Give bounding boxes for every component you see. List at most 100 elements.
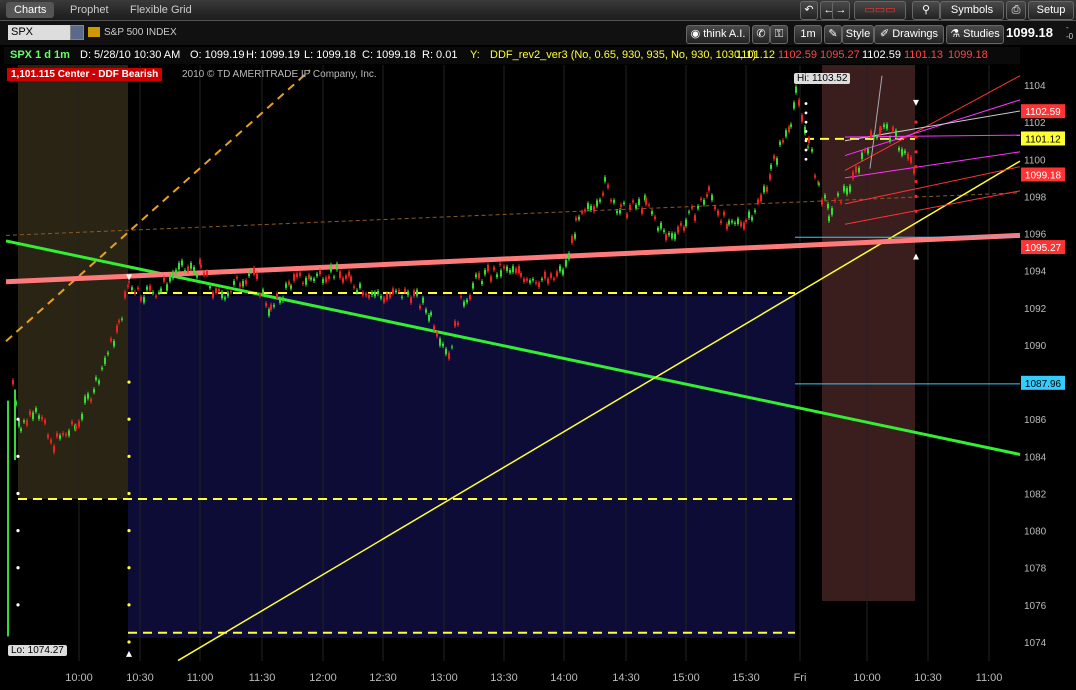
studies-button[interactable]: ⚗ Studies (946, 25, 1004, 44)
candle-202 (596, 200, 598, 207)
undo-icon[interactable]: ↶ (800, 1, 818, 20)
symbols-button[interactable]: Symbols (940, 1, 1004, 20)
dot-yellow-4 (127, 529, 131, 533)
candle-148 (439, 338, 441, 346)
candle-186 (550, 273, 552, 278)
candle-98 (293, 274, 295, 281)
dot-red-26 (914, 194, 918, 198)
y-tick-11: 1096 (1024, 230, 1047, 241)
candle-291 (843, 185, 845, 192)
candle-112 (333, 276, 335, 278)
think-ai-button[interactable]: ◉ think A.I. (686, 25, 750, 44)
study-name: DDF_rev2_ver3 (No, 0.65, 930, 935, No, 9… (490, 49, 756, 61)
candle-68 (206, 271, 208, 276)
candle-284 (824, 195, 826, 199)
candle-43 (134, 291, 136, 294)
candle-7 (32, 412, 34, 420)
candle-198 (584, 209, 586, 212)
candle-191 (565, 259, 567, 267)
candle-288 (834, 199, 836, 202)
candle-37 (118, 320, 120, 323)
dot-hi-16 (804, 120, 808, 124)
candle-241 (706, 194, 708, 197)
x-tick-15: 11:00 (976, 672, 1003, 684)
candle-285 (827, 204, 829, 209)
price-chart[interactable]: 1074107610781080108210841086108810901092… (0, 65, 1076, 690)
interval-button[interactable]: 1m (794, 25, 822, 44)
candle-260 (760, 194, 762, 202)
candle-31 (101, 367, 103, 370)
candle-180 (532, 278, 534, 281)
candle-162 (481, 281, 483, 285)
candle-24 (81, 413, 83, 420)
candle-277 (807, 146, 809, 148)
dot-yellow-2 (127, 454, 131, 458)
candle-62 (190, 262, 192, 269)
candle-255 (745, 219, 747, 222)
bar-close: C: 1099.18 (362, 49, 416, 61)
candle-4 (23, 420, 25, 423)
candle-242 (708, 186, 710, 191)
candle-35 (113, 340, 115, 347)
candle-135 (401, 296, 403, 298)
chevron-down-icon[interactable] (70, 25, 84, 40)
setup-button[interactable]: Setup (1028, 1, 1074, 20)
candle-41 (128, 281, 130, 283)
candle-102 (305, 277, 307, 285)
candle-30 (98, 380, 100, 384)
drawings-button[interactable]: ✐ Drawings (874, 25, 944, 44)
candle-253 (740, 222, 742, 227)
grid-icon: ▭▭▭ (864, 4, 896, 16)
candle-96 (288, 281, 290, 285)
y-tick-8: 1090 (1024, 341, 1047, 352)
x-tick-11: 15:30 (732, 672, 760, 684)
candle-304 (880, 127, 882, 130)
print-icon[interactable]: ⎙ (1006, 1, 1026, 20)
candle-271 (790, 124, 792, 127)
tab-flexible-grid[interactable]: Flexible Grid (122, 2, 200, 18)
candle-19 (68, 430, 70, 436)
ddf-label: 1,101.115 Center - DDF Bearish (7, 68, 163, 81)
candle-93 (279, 298, 281, 303)
candle-222 (651, 211, 653, 215)
symbol-input[interactable]: SPX (8, 25, 70, 40)
studies-icon: ⚗ (950, 28, 964, 40)
candle-187 (553, 278, 555, 280)
candle-268 (782, 140, 784, 143)
candle-3 (20, 428, 22, 432)
x-tick-9: 14:30 (612, 672, 640, 684)
lock-icon[interactable]: ⚿ (770, 25, 788, 44)
info-bar: SPX 1 d 1m D: 5/28/10 10:30 AM O: 1099.1… (4, 47, 1020, 64)
candle-72 (218, 289, 220, 292)
globe-icon: ◉ (690, 28, 704, 40)
dot-yellow-5 (127, 566, 131, 570)
candle-58 (178, 262, 180, 270)
candle-239 (700, 198, 702, 201)
candle-90 (270, 304, 272, 310)
candle-166 (493, 267, 495, 271)
link-icon[interactable]: ⚲ (912, 1, 940, 20)
bar-range: R: 0.01 (422, 49, 458, 61)
candle-74 (224, 297, 226, 300)
pen-icon[interactable]: ✎ (824, 25, 842, 44)
candle-106 (316, 273, 318, 276)
y-tick-13: 1100 (1024, 155, 1046, 166)
candle-170 (503, 266, 505, 269)
high-label: Hi: 1103.52 (794, 73, 851, 84)
bar-open: O: 1099.19 (190, 49, 245, 61)
candle-225 (660, 222, 662, 229)
style-button[interactable]: Style (842, 25, 874, 44)
candle-243 (711, 195, 713, 201)
forward-icon[interactable]: → (832, 1, 850, 20)
phone-icon[interactable]: ✆ (752, 25, 770, 44)
tab-prophet[interactable]: Prophet (62, 2, 117, 18)
candle-305 (883, 124, 885, 128)
candle-61 (187, 266, 189, 272)
candle-279 (811, 149, 813, 152)
layout-grid-button[interactable]: ▭▭▭ (854, 1, 906, 20)
candle-240 (703, 199, 705, 205)
candle-189 (559, 265, 561, 272)
candle-178 (526, 278, 528, 281)
tab-charts[interactable]: Charts (6, 2, 55, 18)
candle-278 (808, 137, 810, 143)
